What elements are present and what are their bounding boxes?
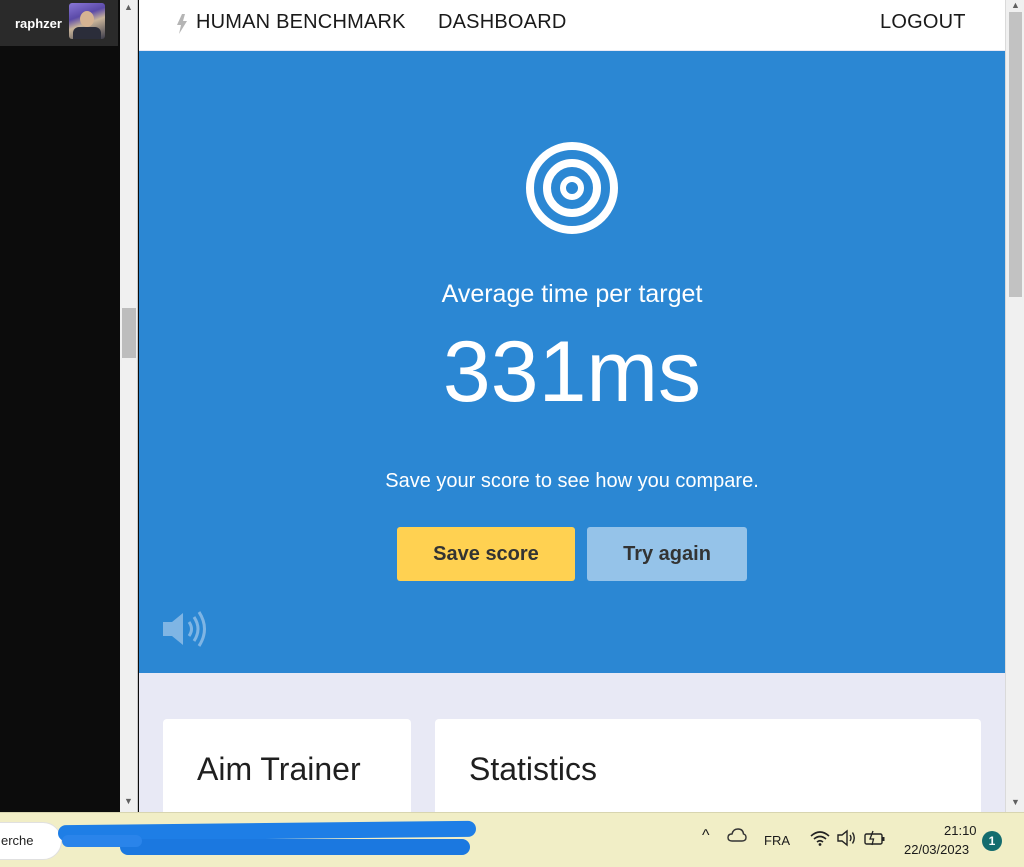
volume-icon[interactable] xyxy=(837,829,857,847)
nav-dashboard-link[interactable]: DASHBOARD xyxy=(438,11,567,34)
lightning-bolt-icon xyxy=(177,14,187,34)
scroll-up-arrow-icon[interactable]: ▲ xyxy=(124,2,133,12)
clock-date[interactable]: 22/03/2023 xyxy=(904,842,969,857)
result-hero: Average time per target 331ms Save your … xyxy=(139,51,1005,673)
taskbar: erche ^ FRA 21:10 22/03/2023 1 xyxy=(0,812,1024,867)
nav-home-link[interactable]: HUMAN BENCHMARK xyxy=(196,11,406,34)
try-again-button[interactable]: Try again xyxy=(587,527,747,581)
scroll-down-arrow-icon[interactable]: ▼ xyxy=(1011,797,1020,807)
speaker-icon[interactable] xyxy=(161,609,211,649)
left-scrollbar[interactable]: ▲ ▼ xyxy=(120,0,138,812)
taskbar-search[interactable]: erche xyxy=(0,822,62,860)
nav-logout-link[interactable]: LOGOUT xyxy=(880,11,966,34)
scroll-down-arrow-icon[interactable]: ▼ xyxy=(124,796,133,806)
aim-trainer-card: Aim Trainer xyxy=(163,719,411,812)
result-subtitle: Average time per target xyxy=(441,280,703,308)
avatar xyxy=(69,3,105,39)
browser-viewport: HUMAN BENCHMARK DASHBOARD LOGOUT Average… xyxy=(139,0,1005,812)
left-scrollbar-thumb[interactable] xyxy=(122,308,136,358)
user-chip[interactable]: raphzer xyxy=(0,0,118,46)
language-indicator[interactable]: FRA xyxy=(764,833,790,848)
target-icon xyxy=(526,142,618,234)
page-scrollbar-thumb[interactable] xyxy=(1009,12,1022,297)
notification-badge[interactable]: 1 xyxy=(982,831,1002,851)
card-title: Statistics xyxy=(469,751,598,787)
user-name: raphzer xyxy=(15,15,62,31)
top-navbar: HUMAN BENCHMARK DASHBOARD LOGOUT xyxy=(139,0,1005,50)
wifi-icon[interactable] xyxy=(810,829,830,847)
page-scrollbar[interactable]: ▲ ▼ xyxy=(1005,0,1024,812)
chevron-up-icon[interactable]: ^ xyxy=(702,827,710,845)
save-score-button[interactable]: Save score xyxy=(397,527,575,581)
side-panel: raphzer xyxy=(0,0,120,812)
clock-time[interactable]: 21:10 xyxy=(944,823,977,838)
battery-icon[interactable] xyxy=(864,830,886,846)
card-title: Aim Trainer xyxy=(197,751,361,787)
redaction-mark xyxy=(62,835,142,847)
cloud-icon[interactable] xyxy=(727,827,747,843)
result-score: 331ms xyxy=(442,324,702,420)
scroll-up-arrow-icon[interactable]: ▲ xyxy=(1011,0,1020,10)
redaction-mark xyxy=(120,839,470,855)
statistics-card: Statistics xyxy=(435,719,981,812)
result-note: Save your score to see how you compare. xyxy=(385,470,759,492)
search-input[interactable]: erche xyxy=(1,833,34,848)
